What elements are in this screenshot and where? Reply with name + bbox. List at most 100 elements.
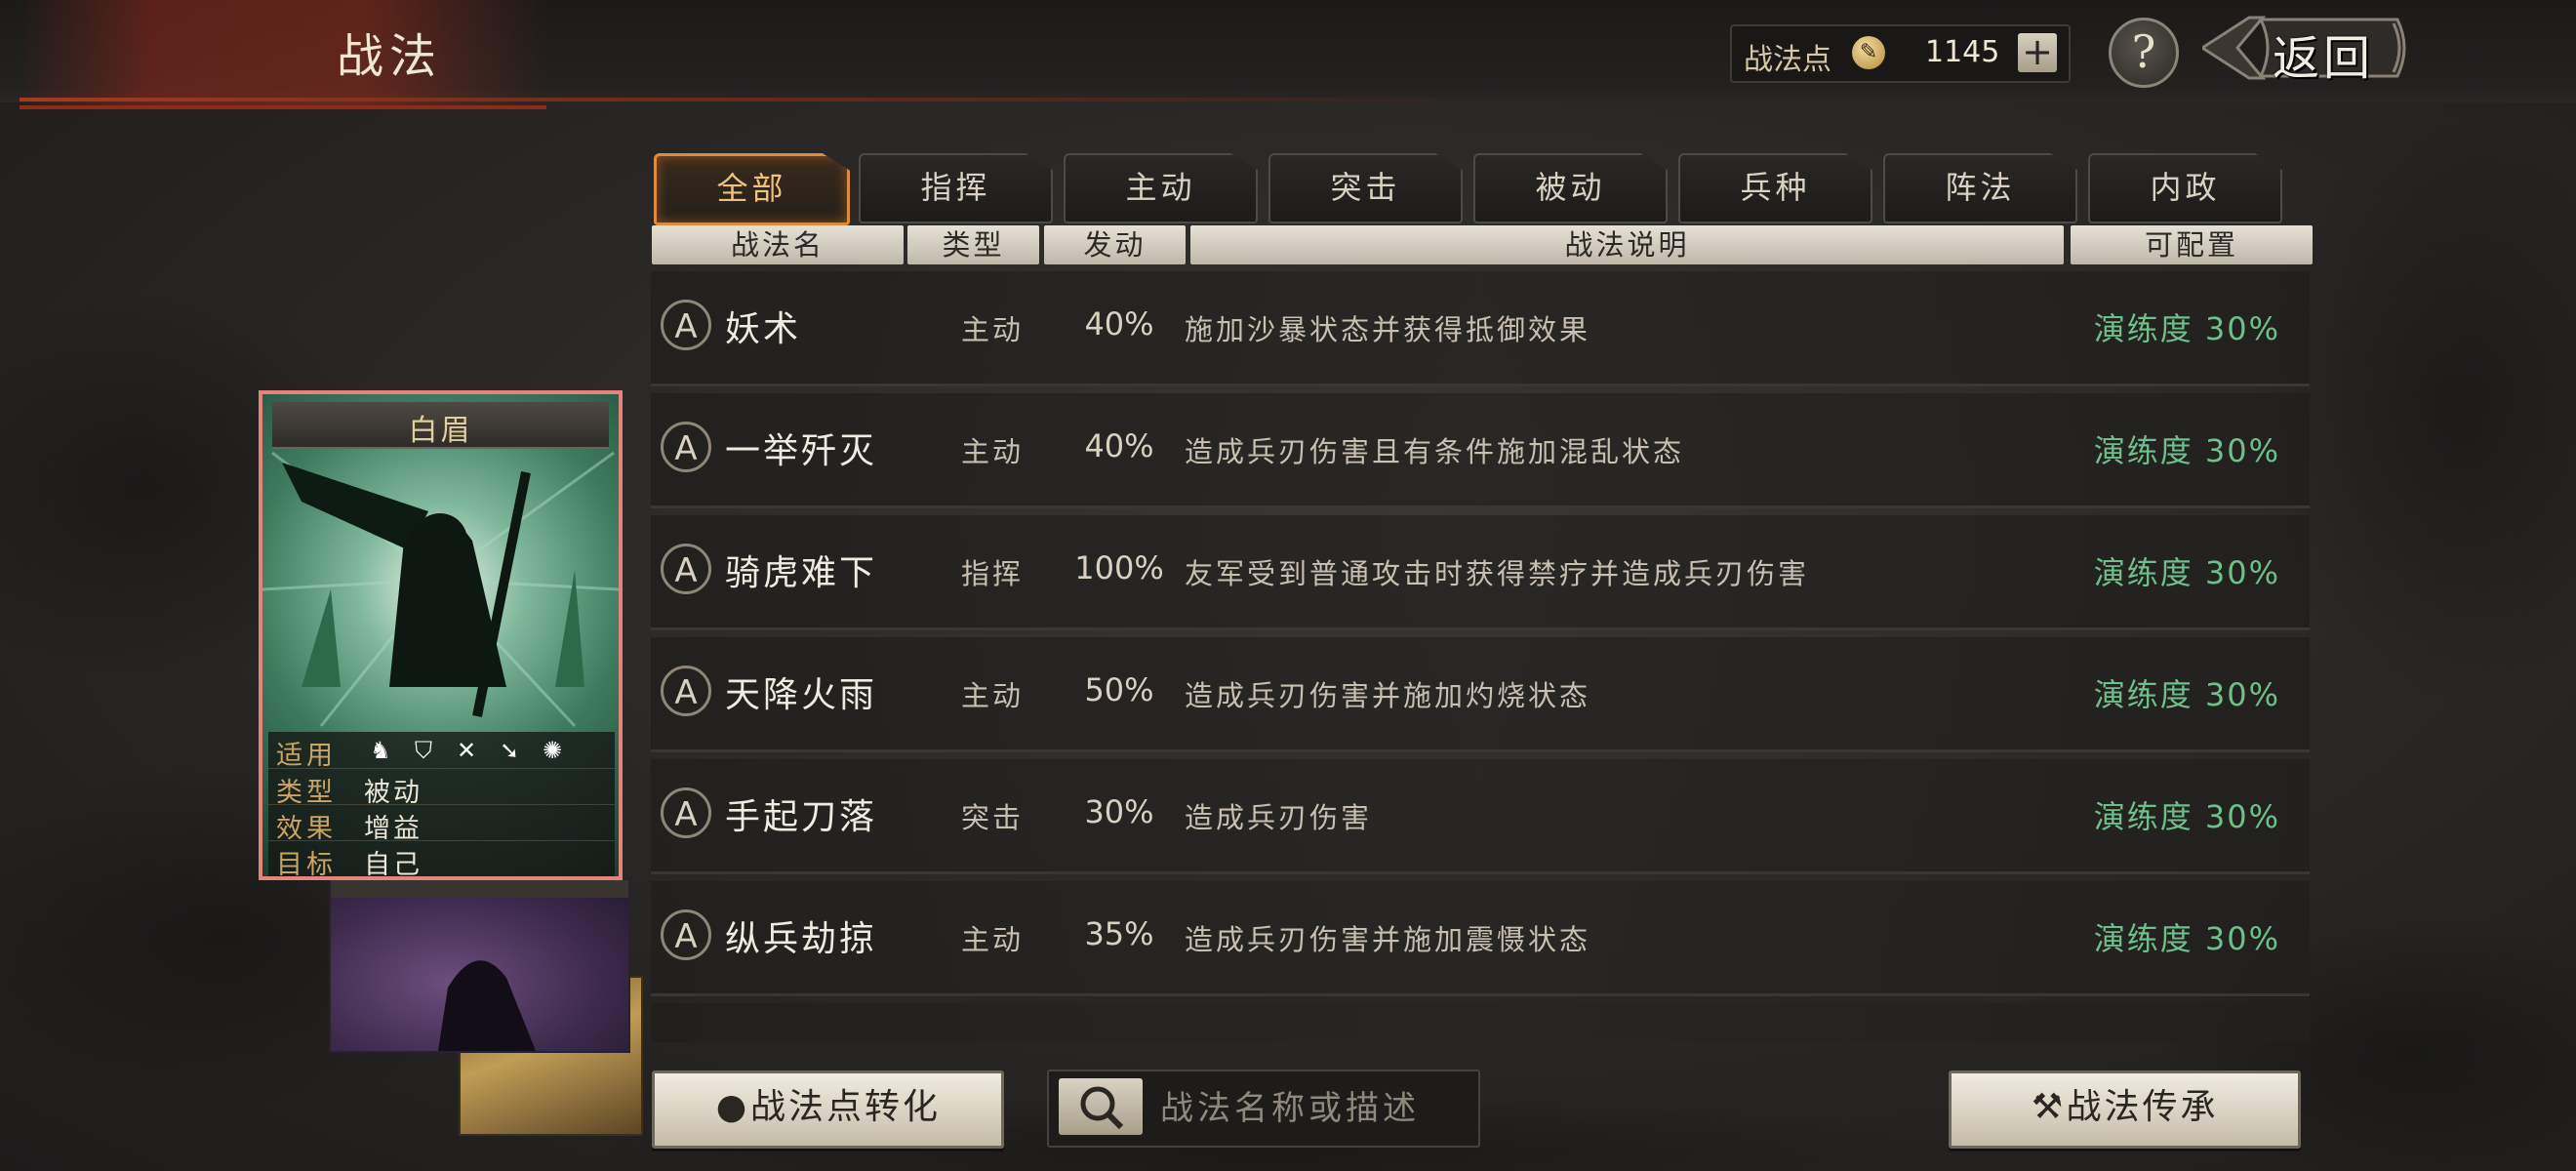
grade-badge: A (661, 422, 711, 472)
cavalry-icon: ♞ (370, 737, 391, 764)
card-row-effect: 效果 增益 (268, 804, 615, 844)
tab-formation[interactable]: 阵法 (1883, 153, 2077, 223)
card-row-type: 类型 被动 (268, 768, 615, 808)
skill-config-status: 演练度 30% (2093, 920, 2280, 957)
search-icon (1080, 1086, 1124, 1130)
card-key: 目标 (276, 850, 337, 880)
skill-type: 主动 (960, 923, 1024, 956)
card-row-target: 目标 自己 (268, 840, 615, 880)
skill-config-status: 演练度 30% (2093, 798, 2280, 835)
grade-badge: A (661, 909, 711, 960)
skill-description: 造成兵刃伤害 (1185, 801, 1373, 834)
skill-type: 主动 (960, 313, 1024, 346)
skill-list: A 妖术 主动 40% 施加沙暴状态并获得抵御效果 演练度 30% A 一举歼灭… (651, 271, 2310, 1042)
skill-type: 突击 (960, 801, 1024, 834)
search-bar (1047, 1070, 1480, 1148)
skill-name: 纵兵劫掠 (725, 919, 878, 959)
shield-icon: ⛉ (415, 737, 432, 764)
search-button[interactable] (1059, 1078, 1143, 1135)
bow-icon: ✕ (456, 737, 477, 764)
skill-trigger-rate: 50% (1084, 671, 1154, 708)
skill-row[interactable]: A 一举歼灭 主动 40% 造成兵刃伤害且有条件施加混乱状态 演练度 30% (651, 393, 2310, 508)
category-tabs: 全部 指挥 主动 突击 被动 兵种 阵法 内政 (654, 153, 2293, 225)
skill-row[interactable]: A 天降火雨 主动 50% 造成兵刃伤害并施加灼烧状态 演练度 30% (651, 637, 2310, 752)
wheel-icon: ✺ (542, 737, 563, 764)
grade-badge: A (661, 787, 711, 838)
spear-icon: ➘ (499, 737, 520, 764)
back-button[interactable]: 返回 (2202, 14, 2417, 86)
row-divider (651, 749, 2310, 752)
tab-passive[interactable]: 被动 (1473, 153, 1668, 223)
skill-name: 妖术 (725, 309, 802, 349)
page-title: 战法 (337, 29, 443, 84)
skill-card-stack-middle (329, 878, 630, 1053)
skill-description: 造成兵刃伤害并施加震慑状态 (1185, 923, 1591, 956)
skill-type: 指挥 (960, 557, 1024, 590)
grade-badge: A (661, 300, 711, 350)
column-header-rate[interactable]: 发动 (1044, 225, 1186, 264)
skill-row[interactable]: A 骑虎难下 指挥 100% 友军受到普通攻击时获得禁疗并造成兵刃伤害 演练度 … (651, 515, 2310, 630)
skill-name: 手起刀落 (725, 797, 878, 837)
skill-name: 天降火雨 (725, 675, 878, 715)
tab-command[interactable]: 指挥 (859, 153, 1053, 223)
card-key: 适用 (276, 741, 337, 771)
skill-description: 造成兵刃伤害并施加灼烧状态 (1185, 679, 1591, 712)
skill-trigger-rate: 35% (1084, 915, 1154, 952)
skill-points-label: 战法点 (1744, 43, 1831, 77)
help-button[interactable]: ? (2109, 18, 2179, 88)
card-attributes: 适用 ♞ ⛉ ✕ ➘ ✺ 类型 被动 效果 增益 目标 自己 (268, 732, 615, 880)
card-row-applicable: 适用 ♞ ⛉ ✕ ➘ ✺ (268, 732, 615, 771)
row-divider (651, 384, 2310, 386)
selected-skill-card[interactable]: 白眉 适用 ♞ ⛉ ✕ ➘ ✺ 类型 被动 效果 增益 目标 自己 (259, 390, 623, 880)
skill-trigger-rate: 40% (1084, 305, 1154, 343)
column-header-name[interactable]: 战法名 (652, 225, 904, 264)
skill-name: 骑虎难下 (725, 553, 878, 593)
hammer-icon: ⚒ (2031, 1087, 2067, 1127)
skill-row[interactable]: A 妖术 主动 40% 施加沙暴状态并获得抵御效果 演练度 30% (651, 271, 2310, 386)
skill-point-coin-icon: ✎ (1852, 36, 1885, 69)
card-title: 白眉 (408, 414, 473, 448)
skill-row[interactable]: A 纵兵劫掠 主动 35% 造成兵刃伤害并施加震慑状态 演练度 30% (651, 881, 2310, 996)
column-header-config[interactable]: 可配置 (2071, 225, 2313, 264)
skill-description: 造成兵刃伤害且有条件施加混乱状态 (1185, 435, 1685, 468)
search-input[interactable] (1158, 1085, 1469, 1132)
card-value: 自己 (364, 850, 423, 880)
add-skill-points-button[interactable]: + (2018, 33, 2057, 72)
skill-row[interactable]: A 手起刀落 突击 30% 造成兵刃伤害 演练度 30% (651, 759, 2310, 874)
row-divider (651, 505, 2310, 508)
row-divider (651, 627, 2310, 630)
tab-troop[interactable]: 兵种 (1678, 153, 1872, 223)
skill-description: 施加沙暴状态并获得抵御效果 (1185, 313, 1591, 346)
skill-name: 一举歼灭 (725, 431, 878, 471)
top-bar: 战法 战法点 ✎ 1145 + ? 返回 (0, 0, 2576, 109)
inherit-label: 战法传承 (2066, 1087, 2219, 1127)
tab-all[interactable]: 全部 (654, 153, 850, 225)
row-divider (651, 871, 2310, 874)
skill-config-status: 演练度 30% (2093, 432, 2280, 469)
skill-config-status: 演练度 30% (2093, 554, 2280, 591)
row-divider (651, 993, 2310, 996)
skill-config-status: 演练度 30% (2093, 310, 2280, 347)
tab-active[interactable]: 主动 (1064, 153, 1258, 223)
tab-domestic[interactable]: 内政 (2088, 153, 2282, 223)
skill-type: 主动 (960, 435, 1024, 468)
skill-points-value: 1145 (1925, 35, 2000, 69)
convert-skill-points-button[interactable]: ●战法点转化 (652, 1070, 1004, 1149)
grade-badge: A (661, 544, 711, 594)
convert-label: 战法点转化 (749, 1087, 941, 1127)
header-divider (20, 98, 2517, 101)
warrior-silhouette-icon (331, 880, 628, 1051)
skill-description: 友军受到普通攻击时获得禁疗并造成兵刃伤害 (1185, 557, 1810, 590)
skill-inherit-button[interactable]: ⚒战法传承 (1949, 1070, 2301, 1149)
title-banner (20, 0, 546, 109)
back-label: 返回 (2273, 31, 2375, 86)
column-header-type[interactable]: 类型 (907, 225, 1039, 264)
skill-row-partial[interactable] (651, 1003, 2310, 1042)
skill-trigger-rate: 40% (1084, 427, 1154, 464)
tab-assault[interactable]: 突击 (1268, 153, 1463, 223)
skill-type: 主动 (960, 679, 1024, 712)
grade-badge: A (661, 666, 711, 716)
skill-trigger-rate: 100% (1074, 549, 1164, 586)
skill-config-status: 演练度 30% (2093, 676, 2280, 713)
column-header-description: 战法说明 (1190, 225, 2064, 264)
